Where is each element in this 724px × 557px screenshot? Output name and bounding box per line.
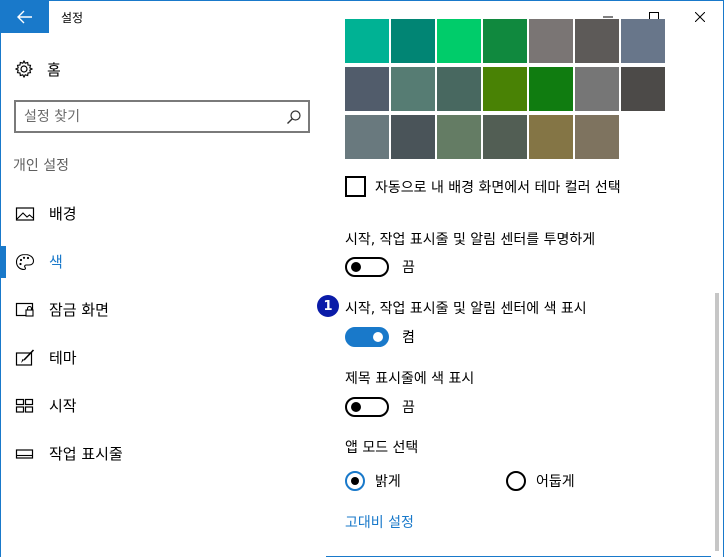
back-button[interactable] (1, 1, 49, 33)
color-swatch[interactable] (483, 115, 527, 159)
palette-icon (15, 253, 35, 271)
color-swatch[interactable] (437, 19, 481, 63)
toggle-knob (373, 332, 383, 342)
titlebar-color-toggle-row[interactable]: 끔 (345, 397, 415, 417)
color-swatch[interactable] (529, 67, 573, 111)
search-box[interactable] (14, 100, 310, 133)
titlebar-color-label: 제목 표시줄에 색 표시 (345, 371, 475, 387)
color-swatch[interactable] (437, 67, 481, 111)
light-radio[interactable] (345, 471, 365, 491)
sidebar-item-label: 배경 (49, 205, 77, 223)
color-swatch[interactable] (575, 19, 619, 63)
search-icon[interactable] (286, 109, 302, 125)
sidebar-item-start[interactable]: 시작 (1, 389, 326, 421)
callout-badge: 1 (317, 295, 339, 317)
scroll-thumb[interactable] (715, 293, 719, 551)
color-swatch[interactable] (483, 67, 527, 111)
sidebar: 홈 개인 설정 배경 색 (1, 33, 326, 557)
titlebar-color-state: 끔 (402, 400, 415, 416)
toggle-knob (351, 402, 361, 412)
transparency-label: 시작, 작업 표시줄 및 알림 센터를 투명하게 (345, 232, 596, 248)
sidebar-item-color[interactable]: 색 (1, 245, 326, 278)
theme-brush-icon (15, 349, 35, 366)
app-mode-label: 앱 모드 선택 (345, 440, 419, 456)
color-swatch[interactable] (345, 19, 389, 63)
sidebar-home-label: 홈 (47, 60, 61, 79)
gear-icon (15, 60, 33, 78)
high-contrast-link[interactable]: 고대비 설정 (345, 512, 414, 532)
section-label: 개인 설정 (13, 158, 69, 174)
sidebar-item-label: 잠금 화면 (49, 301, 109, 319)
start-color-label: 시작, 작업 표시줄 및 알림 센터에 색 표시 (345, 301, 587, 317)
color-swatch[interactable] (621, 67, 665, 111)
transparency-toggle-row[interactable]: 끔 (345, 257, 415, 277)
color-settings-panel: 자동으로 내 배경 화면에서 테마 컬러 선택 시작, 작업 표시줄 및 알림 … (317, 19, 711, 557)
lock-screen-icon (15, 302, 34, 317)
taskbar-icon (15, 449, 34, 459)
sidebar-item-lock-screen[interactable]: 잠금 화면 (1, 293, 326, 325)
color-swatch[interactable] (345, 115, 389, 159)
sidebar-item-background[interactable]: 배경 (1, 197, 326, 229)
sidebar-item-label: 색 (49, 253, 63, 271)
auto-accent-label: 자동으로 내 배경 화면에서 테마 컬러 선택 (375, 179, 621, 196)
color-swatch[interactable] (437, 115, 481, 159)
color-swatch[interactable] (483, 19, 527, 63)
color-swatch[interactable] (575, 67, 619, 111)
color-swatch[interactable] (575, 115, 619, 159)
sidebar-item-label: 시작 (49, 397, 77, 415)
picture-icon (15, 207, 35, 221)
back-arrow-icon (17, 10, 32, 24)
dark-radio[interactable] (506, 471, 526, 491)
start-color-toggle[interactable] (345, 327, 389, 347)
sidebar-item-taskbar[interactable]: 작업 표시줄 (1, 437, 326, 469)
color-swatch[interactable] (529, 19, 573, 63)
start-grid-icon (15, 398, 34, 413)
sidebar-item-label: 테마 (49, 349, 77, 367)
search-input[interactable] (24, 107, 274, 127)
dark-radio-label: 어둡게 (536, 474, 575, 490)
transparency-state: 끔 (402, 260, 415, 276)
titlebar-color-toggle[interactable] (345, 397, 389, 417)
auto-accent-checkbox[interactable] (345, 176, 366, 197)
content-scrollbar[interactable] (711, 33, 723, 557)
light-radio-label: 밝게 (375, 474, 401, 490)
sidebar-home[interactable]: 홈 (15, 57, 61, 81)
sidebar-item-label: 작업 표시줄 (49, 445, 123, 463)
color-swatch[interactable] (391, 19, 435, 63)
app-mode-dark-option[interactable]: 어둡게 (506, 471, 575, 491)
color-swatch[interactable] (621, 19, 665, 63)
auto-accent-row[interactable]: 자동으로 내 배경 화면에서 테마 컬러 선택 (345, 176, 621, 197)
sidebar-item-theme[interactable]: 테마 (1, 341, 326, 373)
color-swatch[interactable] (529, 115, 573, 159)
toggle-knob (351, 262, 361, 272)
settings-window: 설정 홈 개인 설정 (0, 0, 724, 557)
start-color-toggle-row[interactable]: 켬 (345, 327, 415, 347)
window-title: 설정 (61, 11, 84, 25)
color-swatch[interactable] (391, 115, 435, 159)
app-mode-light-option[interactable]: 밝게 (345, 471, 401, 491)
close-button[interactable] (677, 1, 723, 33)
start-color-state: 켬 (402, 330, 415, 346)
close-icon (695, 12, 705, 22)
color-swatch[interactable] (391, 67, 435, 111)
color-swatch[interactable] (345, 67, 389, 111)
transparency-toggle[interactable] (345, 257, 389, 277)
